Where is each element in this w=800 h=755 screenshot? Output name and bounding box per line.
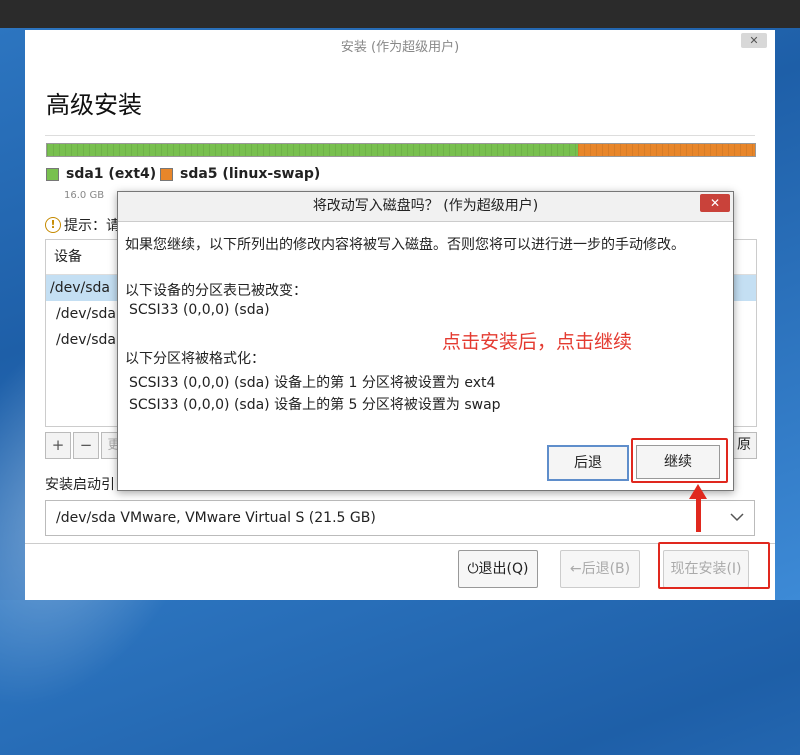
divider bbox=[45, 135, 755, 136]
legend-label-swap: sda5 (linux-swap) bbox=[180, 166, 321, 182]
partition-size: 16.0 GB bbox=[64, 190, 105, 201]
dialog-title: 将改动写入磁盘吗？ (作为超级用户) bbox=[118, 192, 733, 222]
remove-partition-button[interactable]: − bbox=[73, 432, 99, 459]
format-item: SCSI33 (0,0,0) (sda) 设备上的第 5 分区将被设置为 swa… bbox=[129, 397, 501, 413]
chevron-down-icon bbox=[730, 501, 744, 548]
legend-swap: sda5 (linux-swap) bbox=[160, 166, 320, 182]
red-annotation-text: 点击安装后，点击继续 bbox=[442, 331, 633, 353]
hint: ! 提示：请 bbox=[45, 215, 120, 235]
dialog-back-button[interactable]: 后退 bbox=[547, 445, 629, 481]
window-title: 安装 (作为超级用户) bbox=[340, 40, 460, 55]
legend-label-ext4: sda1 (ext4) bbox=[66, 166, 157, 182]
legend-swatch-swap bbox=[160, 167, 173, 181]
bootloader-device-select[interactable]: /dev/sda VMware, VMware Virtual S (21.5 … bbox=[45, 500, 755, 536]
dialog-intro: 如果您继续，以下所列出的修改内容将被写入磁盘。否则您将可以进行进一步的手动修改。 bbox=[125, 237, 685, 253]
info-icon: ! bbox=[45, 217, 61, 233]
partition-table-changed-title: 以下设备的分区表已被改变： bbox=[125, 283, 307, 299]
disk-usage-bar bbox=[46, 143, 756, 157]
bootloader-device-value: /dev/sda VMware, VMware Virtual S (21.5 … bbox=[56, 510, 376, 526]
continue-highlight-box bbox=[631, 438, 728, 483]
dialog-close-button[interactable]: ✕ bbox=[700, 194, 730, 212]
revert-button[interactable]: 原 bbox=[731, 432, 757, 459]
hint-text: 提示：请 bbox=[64, 218, 120, 234]
top-panel bbox=[0, 0, 800, 28]
arrow-shaft bbox=[696, 496, 701, 532]
legend-ext4: sda1 (ext4) bbox=[46, 166, 156, 182]
install-highlight-box bbox=[658, 542, 770, 589]
partition-table-changed-device: SCSI33 (0,0,0) (sda) bbox=[129, 302, 270, 318]
window-close-button[interactable]: ✕ bbox=[741, 33, 767, 48]
partition-segment-swap bbox=[578, 144, 755, 156]
partition-segment-ext4 bbox=[47, 144, 578, 156]
page-title: 高级安装 bbox=[46, 91, 142, 119]
bootloader-label: 安装启动引 bbox=[45, 477, 115, 493]
add-partition-button[interactable]: + bbox=[45, 432, 71, 459]
quit-button[interactable]: ⏻退出(Q) bbox=[458, 550, 538, 588]
legend-swatch-ext4 bbox=[46, 167, 59, 181]
format-title: 以下分区将被格式化： bbox=[125, 351, 265, 367]
format-item: SCSI33 (0,0,0) (sda) 设备上的第 1 分区将被设置为 ext… bbox=[129, 375, 496, 391]
back-button[interactable]: ←后退(B) bbox=[560, 550, 640, 588]
